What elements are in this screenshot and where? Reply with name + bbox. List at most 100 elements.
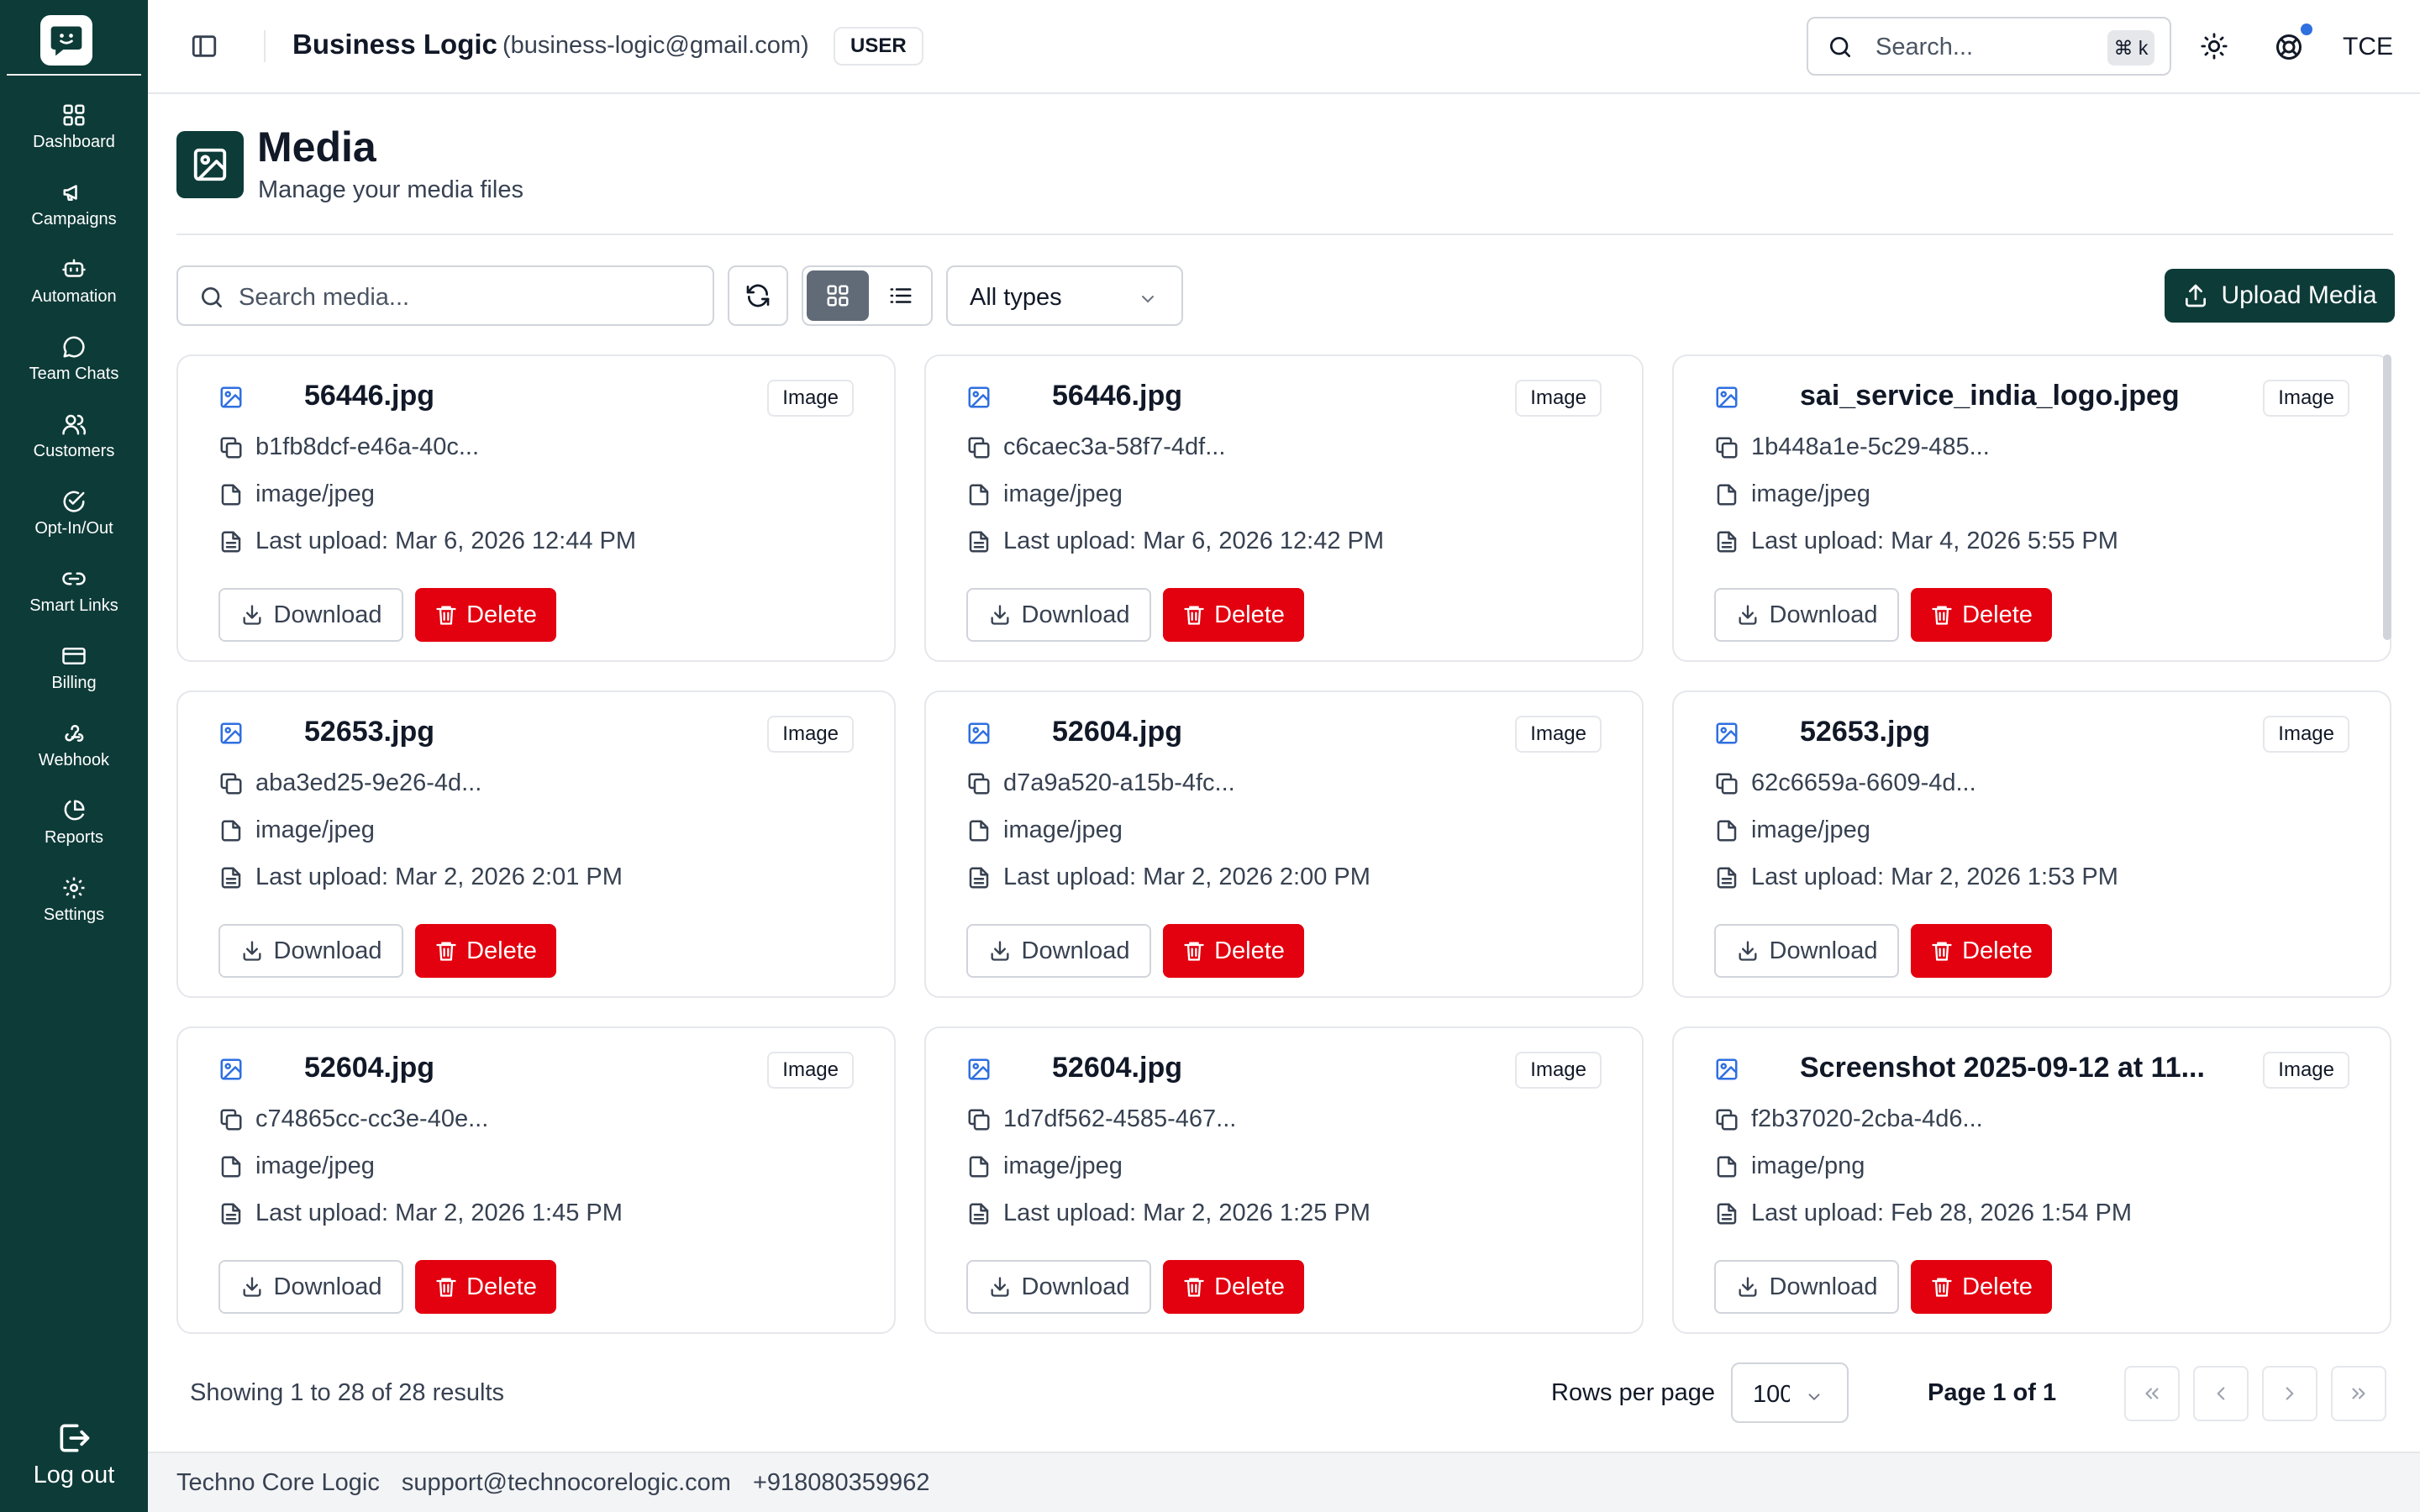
delete-label: Delete [1214, 601, 1285, 628]
last-page-button[interactable] [2331, 1366, 2386, 1421]
trash-icon [1182, 939, 1206, 963]
sidebar-item-webhook[interactable]: Webhook [0, 711, 148, 785]
delete-button[interactable]: Delete [1911, 924, 2052, 978]
sidebar-item-customers[interactable]: Customers [0, 402, 148, 475]
page-subtitle: Manage your media files [258, 176, 523, 203]
footer-email[interactable]: support@technocorelogic.com [402, 1469, 731, 1497]
download-button[interactable]: Download [1714, 1260, 1899, 1314]
sidebar-item-campaigns[interactable]: Campaigns [0, 170, 148, 244]
file-text-icon [966, 529, 992, 554]
download-icon [1736, 939, 1760, 963]
rows-per-page-select[interactable]: 100 [1731, 1362, 1849, 1423]
logout-button[interactable]: Log out [0, 1420, 148, 1489]
download-button[interactable]: Download [218, 1260, 403, 1314]
download-label: Download [273, 937, 382, 964]
next-page-button[interactable] [2262, 1366, 2317, 1421]
media-upload-date: Last upload: Mar 2, 2026 2:00 PM [1003, 864, 1370, 890]
download-button[interactable]: Download [1714, 924, 1899, 978]
avatar[interactable]: TCE [2333, 22, 2403, 72]
grid-icon [827, 285, 849, 307]
sidebar-item-label: Settings [43, 906, 105, 924]
copy-icon[interactable] [1714, 1107, 1739, 1132]
sidebar-item-team-chats[interactable]: Team Chats [0, 324, 148, 398]
page-header-divider [176, 234, 2393, 235]
file-text-icon [966, 1201, 992, 1226]
theme-toggle-button[interactable] [2200, 32, 2228, 60]
media-mime: image/jpeg [255, 816, 375, 843]
sidebar-item-billing[interactable]: Billing [0, 633, 148, 707]
media-type-badge: Image [2263, 1052, 2349, 1089]
download-icon [988, 1275, 1012, 1299]
pie-chart-icon [61, 788, 87, 827]
type-filter-select[interactable]: All types [946, 265, 1183, 326]
delete-button[interactable]: Delete [415, 1260, 556, 1314]
list-view-button[interactable] [872, 270, 929, 321]
app-logo[interactable] [40, 15, 92, 66]
media-upload-date: Last upload: Mar 6, 2026 12:44 PM [255, 528, 637, 554]
copy-icon[interactable] [218, 771, 244, 796]
support-button[interactable] [2274, 32, 2304, 62]
refresh-button[interactable] [728, 265, 788, 326]
media-name: 52604.jpg [1052, 1052, 1182, 1084]
download-label: Download [1769, 601, 1878, 628]
delete-button[interactable]: Delete [1911, 588, 2052, 642]
delete-button[interactable]: Delete [1163, 924, 1304, 978]
download-button[interactable]: Download [1714, 588, 1899, 642]
download-icon [1736, 1275, 1760, 1299]
sidebar-item-dashboard[interactable]: Dashboard [0, 92, 148, 166]
delete-button[interactable]: Delete [415, 924, 556, 978]
media-upload-date: Last upload: Mar 2, 2026 1:25 PM [1003, 1200, 1370, 1226]
account-email: (business-logic@gmail.com) [502, 32, 809, 59]
image-file-icon [218, 721, 244, 746]
download-button[interactable]: Download [218, 588, 403, 642]
delete-button[interactable]: Delete [1163, 588, 1304, 642]
copy-icon[interactable] [218, 435, 244, 460]
global-search-input[interactable]: Search... ⌘ k [1807, 17, 2171, 76]
download-icon [988, 939, 1012, 963]
scrollbar[interactable] [2383, 354, 2391, 640]
download-button[interactable]: Download [966, 1260, 1151, 1314]
previous-page-button[interactable] [2193, 1366, 2249, 1421]
delete-button[interactable]: Delete [415, 588, 556, 642]
sidebar-item-settings[interactable]: Settings [0, 865, 148, 939]
copy-icon[interactable] [966, 435, 992, 460]
media-search-input[interactable]: Search media... [176, 265, 714, 326]
upload-media-button[interactable]: Upload Media [2165, 269, 2395, 323]
delete-button[interactable]: Delete [1163, 1260, 1304, 1314]
copy-icon[interactable] [1714, 435, 1739, 460]
media-type-badge: Image [767, 716, 854, 753]
download-button[interactable]: Download [966, 588, 1151, 642]
link-icon [61, 556, 87, 595]
file-icon [218, 1154, 244, 1179]
file-icon [966, 482, 992, 507]
footer-phone[interactable]: +918080359962 [753, 1469, 929, 1497]
first-page-button[interactable] [2124, 1366, 2180, 1421]
trash-icon [1930, 603, 1954, 627]
sidebar-item-smart-links[interactable]: Smart Links [0, 556, 148, 630]
chevrons-right-icon [2352, 1388, 2365, 1399]
logout-icon [60, 1424, 90, 1452]
type-filter-value: All types [970, 284, 1062, 311]
download-button[interactable]: Download [966, 924, 1151, 978]
upload-media-label: Upload Media [2221, 281, 2377, 309]
delete-label: Delete [1214, 1273, 1285, 1300]
sidebar-item-automation[interactable]: Automation [0, 247, 148, 321]
panel-left-icon [192, 35, 217, 57]
media-type-badge: Image [1515, 380, 1602, 417]
media-upload-date: Last upload: Mar 2, 2026 2:01 PM [255, 864, 623, 890]
grid-view-button[interactable] [807, 270, 869, 321]
delete-button[interactable]: Delete [1911, 1260, 2052, 1314]
copy-icon[interactable] [218, 1107, 244, 1132]
copy-icon[interactable] [1714, 771, 1739, 796]
sidebar-item-reports[interactable]: Reports [0, 788, 148, 862]
sidebar-item-opt-in-out[interactable]: Opt-In/Out [0, 479, 148, 553]
chevron-left-icon [2217, 1387, 2225, 1400]
sidebar-item-label: Billing [51, 674, 97, 692]
sidebar-toggle-button[interactable] [190, 32, 218, 60]
download-button[interactable]: Download [218, 924, 403, 978]
media-card: 52604.jpg Image d7a9a520-a15b-4fc... image/… [924, 690, 1644, 998]
copy-icon[interactable] [966, 1107, 992, 1132]
sidebar-item-label: Customers [33, 442, 115, 460]
image-file-icon [1714, 1057, 1739, 1082]
copy-icon[interactable] [966, 771, 992, 796]
